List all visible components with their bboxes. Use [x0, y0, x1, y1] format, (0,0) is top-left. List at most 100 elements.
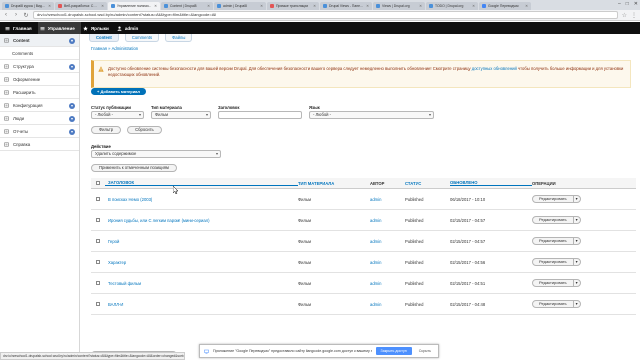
- back-icon[interactable]: ‹: [3, 12, 9, 18]
- row-author-link[interactable]: admin: [370, 281, 405, 286]
- add-content-button[interactable]: + Добавить материал: [91, 88, 146, 95]
- browser-tab[interactable]: admin | Drupal8 ✕: [214, 2, 266, 10]
- row-checkbox[interactable]: [96, 281, 100, 285]
- browser-tab-label: Drupal Views - Панел...: [329, 4, 365, 8]
- row-checkbox[interactable]: [96, 197, 100, 201]
- edit-button[interactable]: Редактировать: [533, 301, 574, 307]
- expand-toggle-icon[interactable]: ▾: [69, 37, 75, 44]
- action-select[interactable]: Удалить содержимое ▾: [91, 150, 221, 158]
- chevron-down-icon[interactable]: ▾: [574, 259, 580, 265]
- row-author-link[interactable]: admin: [370, 302, 405, 307]
- sidebar-item[interactable]: Справка: [0, 138, 79, 151]
- hide-button[interactable]: Скрыть: [416, 347, 434, 355]
- language-select[interactable]: - Любой - ▾: [309, 111, 434, 119]
- close-tab-icon[interactable]: ✕: [101, 2, 104, 10]
- row-checkbox[interactable]: [96, 260, 100, 264]
- bookmark-star-icon[interactable]: ☆: [622, 12, 627, 19]
- browser-tab[interactable]: Управление полями... ✕: [108, 2, 160, 10]
- edit-button[interactable]: Редактировать: [533, 259, 574, 265]
- reload-icon[interactable]: ↻: [23, 12, 29, 19]
- toolbar-shortcuts[interactable]: Ярлыки: [81, 22, 115, 34]
- tab-files[interactable]: Файлы: [165, 34, 193, 42]
- maximize-icon[interactable]: □: [626, 1, 629, 7]
- row-title-link[interactable]: Характер: [105, 260, 298, 265]
- sidebar-item[interactable]: Люди ▾: [0, 112, 79, 125]
- reset-button[interactable]: Сбросить: [127, 126, 162, 134]
- close-tab-icon[interactable]: ✕: [48, 2, 51, 10]
- chevron-down-icon[interactable]: ▾: [574, 238, 580, 244]
- browser-tab[interactable]: Content | Drupal8 ✕: [161, 2, 213, 10]
- language-filter-label: Язык: [309, 105, 320, 110]
- close-tab-icon[interactable]: ✕: [419, 2, 422, 10]
- stop-sharing-button[interactable]: Закрыть доступ: [375, 347, 412, 355]
- edit-button[interactable]: Редактировать: [533, 238, 574, 244]
- close-window-icon[interactable]: ✕: [634, 1, 638, 7]
- sidebar-item[interactable]: Comments: [0, 47, 79, 60]
- filter-button[interactable]: Фильтр: [91, 126, 122, 134]
- url-field[interactable]: drv.io/rzeschool1.drupalsb-school.wsd.by…: [33, 11, 618, 19]
- close-tab-icon[interactable]: ✕: [525, 2, 528, 10]
- browser-tab[interactable]: Прямые трансляции ✕: [267, 2, 319, 10]
- close-tab-icon[interactable]: ✕: [472, 2, 475, 10]
- close-tab-icon[interactable]: ✕: [207, 2, 210, 10]
- title-input[interactable]: [218, 111, 302, 119]
- row-checkbox[interactable]: [96, 302, 100, 306]
- close-tab-icon[interactable]: ✕: [260, 2, 263, 10]
- toolbar-home[interactable]: Главная: [3, 22, 38, 34]
- close-tab-icon[interactable]: ✕: [313, 2, 316, 10]
- expand-toggle-icon[interactable]: ▾: [69, 128, 75, 135]
- row-author-link[interactable]: admin: [370, 218, 405, 223]
- browser-tab[interactable]: Drupal Views - Панел... ✕: [320, 2, 372, 10]
- status-select[interactable]: - Любой - ▾: [91, 111, 144, 119]
- row-checkbox[interactable]: [96, 239, 100, 243]
- row-title-link[interactable]: ВАЛЛ-И: [105, 302, 298, 307]
- tab-comments[interactable]: Comments: [124, 34, 160, 42]
- header-title[interactable]: ЗАГОЛОВОК: [105, 180, 298, 186]
- expand-toggle-icon[interactable]: ▾: [69, 63, 75, 70]
- browser-tab[interactable]: Drupal8 курсы | Видео... ✕: [2, 2, 54, 10]
- row-title-link[interactable]: Ирония судьбы, или С легким паром! (мини…: [105, 218, 298, 223]
- edit-button[interactable]: Редактировать: [533, 217, 574, 223]
- close-tab-icon[interactable]: ✕: [366, 2, 369, 10]
- row-checkbox[interactable]: [96, 218, 100, 222]
- sidebar-item[interactable]: Отчеты ▾: [0, 125, 79, 138]
- row-title-link[interactable]: В поисках Немо (2003): [105, 197, 298, 202]
- apply-to-selected-button-top[interactable]: Применить к отмеченным позициям: [91, 164, 177, 172]
- row-author-link[interactable]: admin: [370, 197, 405, 202]
- breadcrumb[interactable]: Главная » Administration: [91, 46, 138, 51]
- header-type[interactable]: ТИП МАТЕРИАЛА: [298, 181, 370, 186]
- chevron-down-icon[interactable]: ▾: [574, 217, 580, 223]
- row-title-link[interactable]: Тестовый фильм: [105, 281, 298, 286]
- type-select[interactable]: Фильм ▾: [151, 111, 211, 119]
- header-updated[interactable]: ОБНОВЛЕНО: [450, 180, 532, 186]
- sidebar-item[interactable]: Оформление: [0, 73, 79, 86]
- sidebar-item[interactable]: Структура ▾: [0, 60, 79, 73]
- row-author-link[interactable]: admin: [370, 260, 405, 265]
- close-tab-icon[interactable]: ✕: [154, 2, 157, 10]
- menu-icon[interactable]: ⋮: [631, 12, 637, 19]
- toolbar-user[interactable]: admin: [115, 22, 145, 34]
- edit-button[interactable]: Редактировать: [533, 280, 574, 286]
- browser-tab[interactable]: TODO | Drupal.org ✕: [426, 2, 478, 10]
- browser-tab[interactable]: Веб-разработка: CMS... ✕: [55, 2, 107, 10]
- sidebar-item[interactable]: Конфигурация ▾: [0, 99, 79, 112]
- expand-toggle-icon[interactable]: ▾: [69, 102, 75, 109]
- toolbar-manage[interactable]: Управление: [37, 22, 81, 34]
- header-status[interactable]: СТАТУС: [405, 181, 450, 186]
- forward-icon[interactable]: ›: [13, 12, 19, 18]
- browser-tab[interactable]: Views | Drupal.org ✕: [373, 2, 425, 10]
- chevron-down-icon[interactable]: ▾: [574, 196, 580, 202]
- tab-content[interactable]: Content: [89, 34, 119, 42]
- browser-tab[interactable]: Google Переводчик ✕: [479, 2, 531, 10]
- available-updates-link[interactable]: доступных обновлений: [472, 66, 517, 71]
- row-title-link[interactable]: Герой: [105, 239, 298, 244]
- chevron-down-icon[interactable]: ▾: [574, 280, 580, 286]
- sidebar-item[interactable]: Content ▾: [0, 34, 79, 47]
- minimize-icon[interactable]: –: [618, 1, 621, 7]
- edit-button[interactable]: Редактировать: [533, 196, 574, 202]
- sidebar-item[interactable]: Расширить: [0, 86, 79, 99]
- row-author-link[interactable]: admin: [370, 239, 405, 244]
- chevron-down-icon[interactable]: ▾: [574, 301, 580, 307]
- expand-toggle-icon[interactable]: ▾: [69, 115, 75, 122]
- select-all-checkbox[interactable]: [96, 181, 100, 185]
